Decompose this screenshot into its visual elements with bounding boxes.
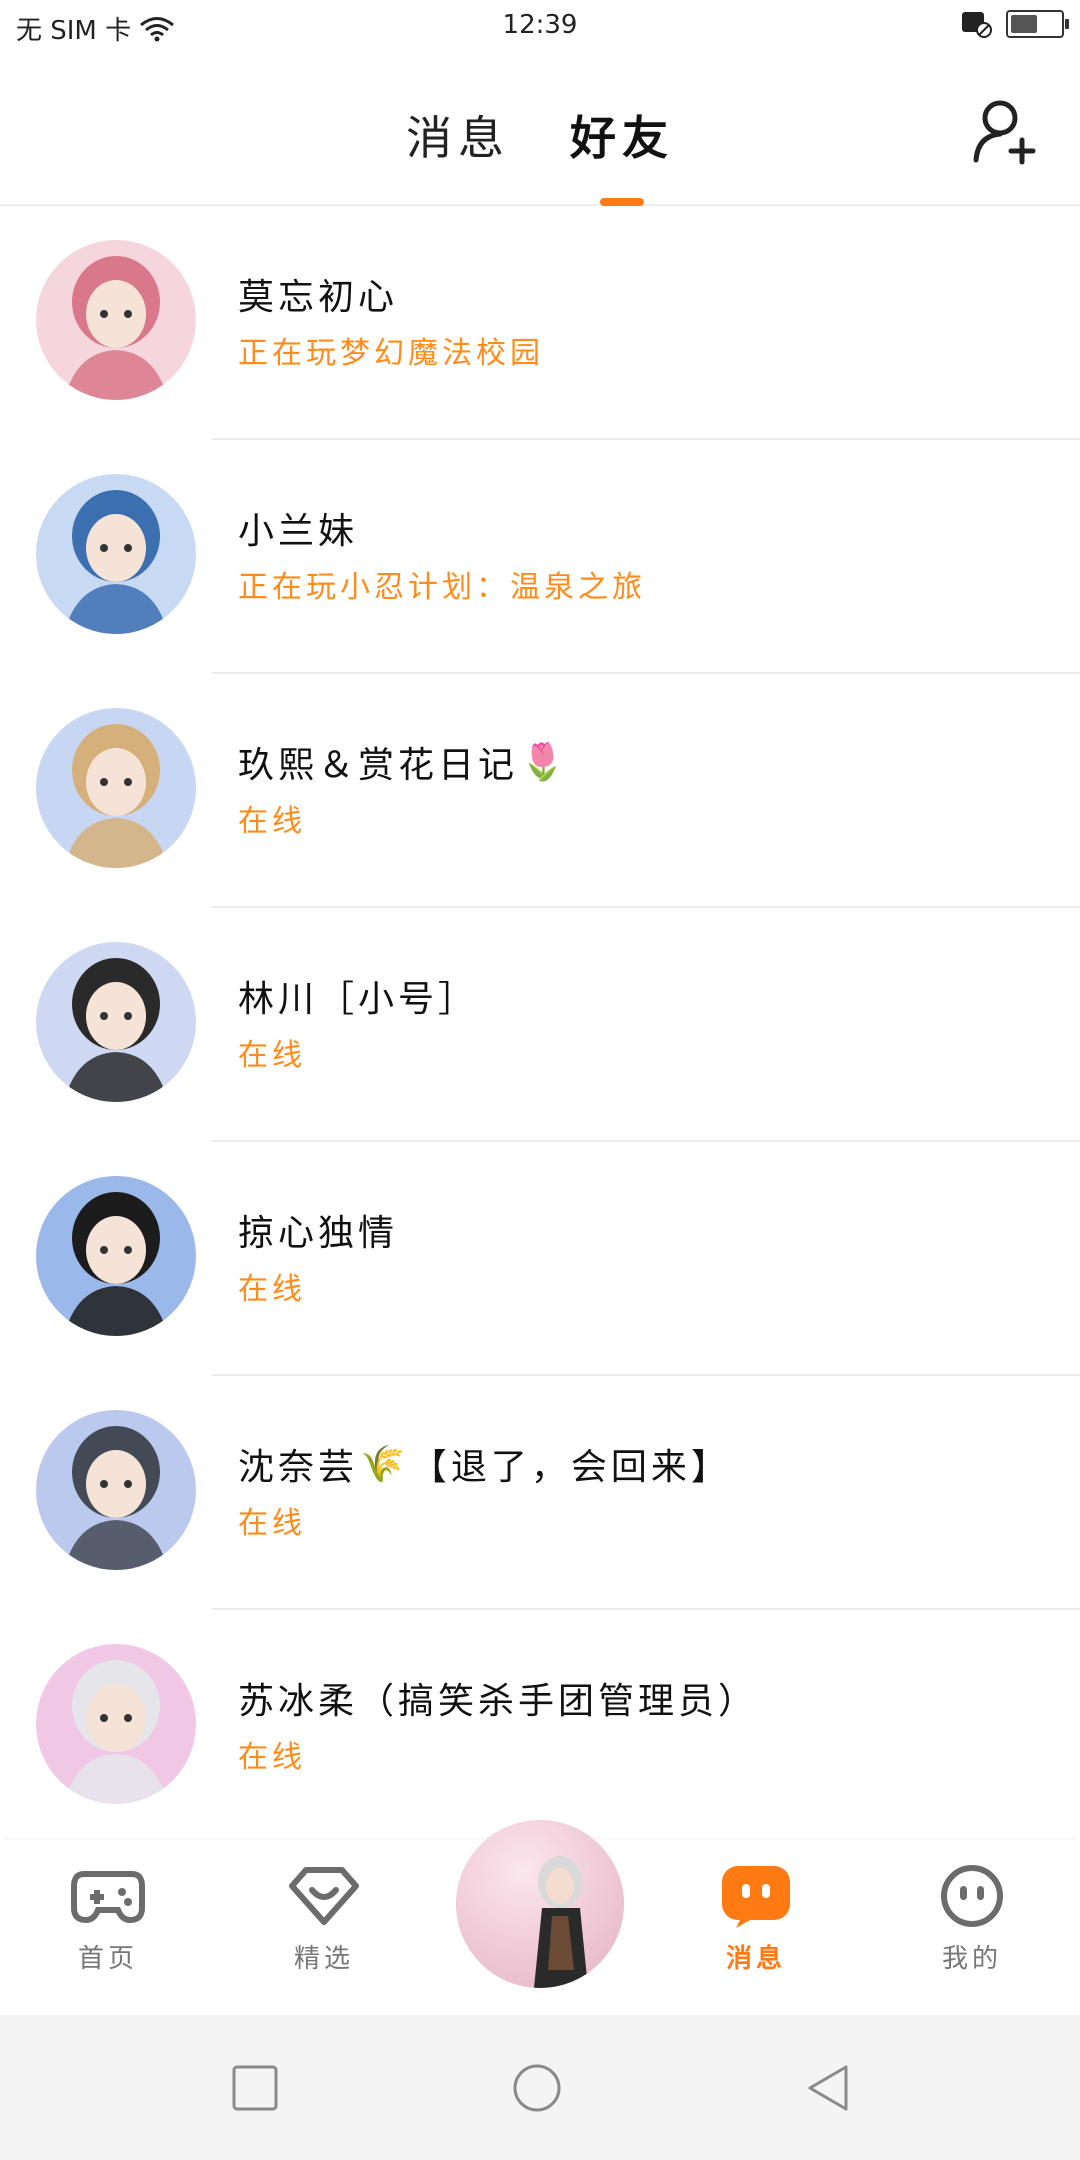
friend-row[interactable]: 掠心独情 在线 xyxy=(0,1142,1080,1376)
friend-name: 林川［小号］ xyxy=(238,970,478,1022)
friend-status: 在线 xyxy=(238,1506,306,1541)
tab-messages[interactable]: 消息 xyxy=(406,102,510,168)
heart-gem-icon xyxy=(289,1867,359,1925)
friend-name-text: 沈奈芸 xyxy=(238,1447,359,1488)
friend-status: 在线 xyxy=(238,1740,306,1775)
friend-name: 小兰妹 xyxy=(238,502,358,554)
name-emoji: 🌷 xyxy=(520,742,569,783)
avatar-image xyxy=(36,240,196,400)
friend-avatar[interactable] xyxy=(36,708,196,868)
friend-avatar[interactable] xyxy=(36,474,196,634)
friend-row[interactable]: 林川［小号］ 在线 xyxy=(0,908,1080,1142)
nav-me[interactable]: 我的 xyxy=(902,1864,1042,1975)
friend-avatar[interactable] xyxy=(36,1410,196,1570)
status-right xyxy=(960,10,1069,38)
gamepad-icon xyxy=(71,1871,145,1924)
nav-featured[interactable]: 精选 xyxy=(254,1864,394,1975)
avatar-image xyxy=(36,1644,196,1804)
battery-level xyxy=(1011,15,1037,33)
avatar-image xyxy=(36,1176,196,1336)
friend-name-text: 小兰妹 xyxy=(238,511,359,552)
friend-name: 沈奈芸 🌾 【退了，会回来】 xyxy=(238,1438,731,1490)
friend-list: 莫忘初心 正在玩梦幻魔法校园 小兰妹 正在玩小忍计划：温泉之旅 玖熙＆赏花日记 🌷 在线 林川… xyxy=(0,206,1080,1844)
friend-avatar[interactable] xyxy=(36,1176,196,1336)
name-emoji: 🌾 xyxy=(360,1444,409,1485)
home-circle-icon[interactable] xyxy=(512,2063,562,2113)
friend-name: 莫忘初心 xyxy=(238,268,398,320)
friend-name: 掠心独情 xyxy=(238,1204,398,1256)
friend-name: 苏冰柔（搞笑杀手团管理员） xyxy=(238,1672,758,1724)
tab-friends[interactable]: 好友 xyxy=(570,102,674,206)
friend-row[interactable]: 玖熙＆赏花日记 🌷 在线 xyxy=(0,674,1080,908)
header: 消息 好友 xyxy=(0,54,1080,206)
avatar-image xyxy=(36,708,196,868)
nav-messages-label: 消息 xyxy=(725,1944,786,1974)
friend-status: 正在玩小忍计划：温泉之旅 xyxy=(238,570,646,605)
friend-status: 在线 xyxy=(238,1038,306,1073)
clock: 12:39 xyxy=(502,10,578,40)
friend-row[interactable]: 莫忘初心正在玩梦幻魔法校园 xyxy=(0,206,1080,440)
friend-avatar[interactable] xyxy=(36,240,196,400)
friend-row[interactable]: 小兰妹正在玩小忍计划：温泉之旅 xyxy=(0,440,1080,674)
avatar-image xyxy=(36,942,196,1102)
friend-status: 在线 xyxy=(238,804,306,839)
friend-status: 在线 xyxy=(238,1272,306,1307)
chat-bubble-icon xyxy=(722,1866,790,1928)
friend-name-text: 掠心独情 xyxy=(238,1213,399,1254)
nav-messages[interactable]: 消息 xyxy=(686,1864,826,1975)
friend-avatar[interactable] xyxy=(36,942,196,1102)
friend-name-text: 莫忘初心 xyxy=(238,277,399,318)
face-icon xyxy=(941,1865,1003,1927)
status-bar: 无 SIM 卡 12:39 xyxy=(0,0,1080,54)
recents-icon[interactable] xyxy=(230,2063,280,2113)
nav-me-label: 我的 xyxy=(941,1944,1002,1974)
avatar-image xyxy=(36,1410,196,1570)
nav-home-label: 首页 xyxy=(77,1944,138,1974)
sim-blocked-icon xyxy=(962,12,992,38)
tab-friends-label: 好友 xyxy=(570,111,674,165)
add-friend-icon[interactable] xyxy=(970,96,1040,166)
avatar-image xyxy=(36,474,196,634)
friend-name-text: 苏冰柔（搞笑杀手团管理员） xyxy=(238,1681,759,1722)
friend-name-text: 玖熙＆赏花日记 xyxy=(238,745,519,786)
friend-status: 正在玩梦幻魔法校园 xyxy=(238,336,544,371)
friend-name-text: 林川［小号］ xyxy=(238,979,479,1020)
my-avatar-button[interactable] xyxy=(456,1820,624,1988)
friend-name-suffix: 【退了，会回来】 xyxy=(410,1447,731,1488)
system-nav-bar xyxy=(0,2015,1080,2160)
friend-avatar[interactable] xyxy=(36,1644,196,1804)
friend-row[interactable]: 沈奈芸 🌾 【退了，会回来】在线 xyxy=(0,1376,1080,1610)
avatar-image xyxy=(456,1820,624,1988)
top-tabs: 消息 好友 xyxy=(0,102,1080,206)
active-tab-indicator xyxy=(600,198,644,206)
nav-home[interactable]: 首页 xyxy=(38,1864,178,1975)
friend-name: 玖熙＆赏花日记 🌷 xyxy=(238,736,569,788)
back-triangle-icon[interactable] xyxy=(804,2063,854,2113)
battery-icon xyxy=(1006,10,1069,38)
nav-featured-label: 精选 xyxy=(293,1944,354,1974)
